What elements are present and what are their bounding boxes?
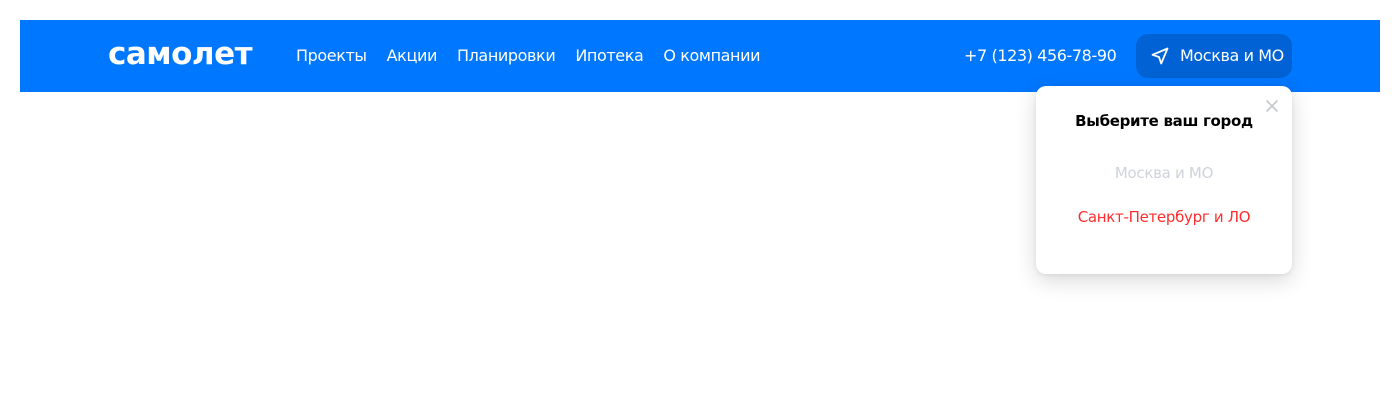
popup-title: Выберите ваш город <box>1075 112 1253 130</box>
city-option-moscow[interactable]: Москва и МО <box>1036 162 1292 184</box>
phone-link[interactable]: +7 (123) 456-78-90 <box>964 44 1117 68</box>
nav-item-projects[interactable]: Проекты <box>296 44 367 68</box>
nav-item-promotions[interactable]: Акции <box>387 44 438 68</box>
nav-item-about[interactable]: О компании <box>663 44 760 68</box>
city-select-label: Москва и МО <box>1180 46 1284 65</box>
site-header: самолет Проекты Акции Планировки Ипотека… <box>20 20 1380 92</box>
city-select-popup: Выберите ваш город Москва и МО Санкт-Пет… <box>1036 86 1292 274</box>
nav-item-mortgage[interactable]: Ипотека <box>575 44 643 68</box>
nav-item-layouts[interactable]: Планировки <box>457 44 556 68</box>
city-option-saint-petersburg[interactable]: Санкт-Петербург и ЛО <box>1036 206 1292 228</box>
logo[interactable]: самолет <box>108 34 253 74</box>
main-nav: Проекты Акции Планировки Ипотека О компа… <box>296 44 761 68</box>
city-select-button[interactable]: Москва и МО <box>1136 34 1292 78</box>
location-arrow-icon <box>1150 46 1170 66</box>
